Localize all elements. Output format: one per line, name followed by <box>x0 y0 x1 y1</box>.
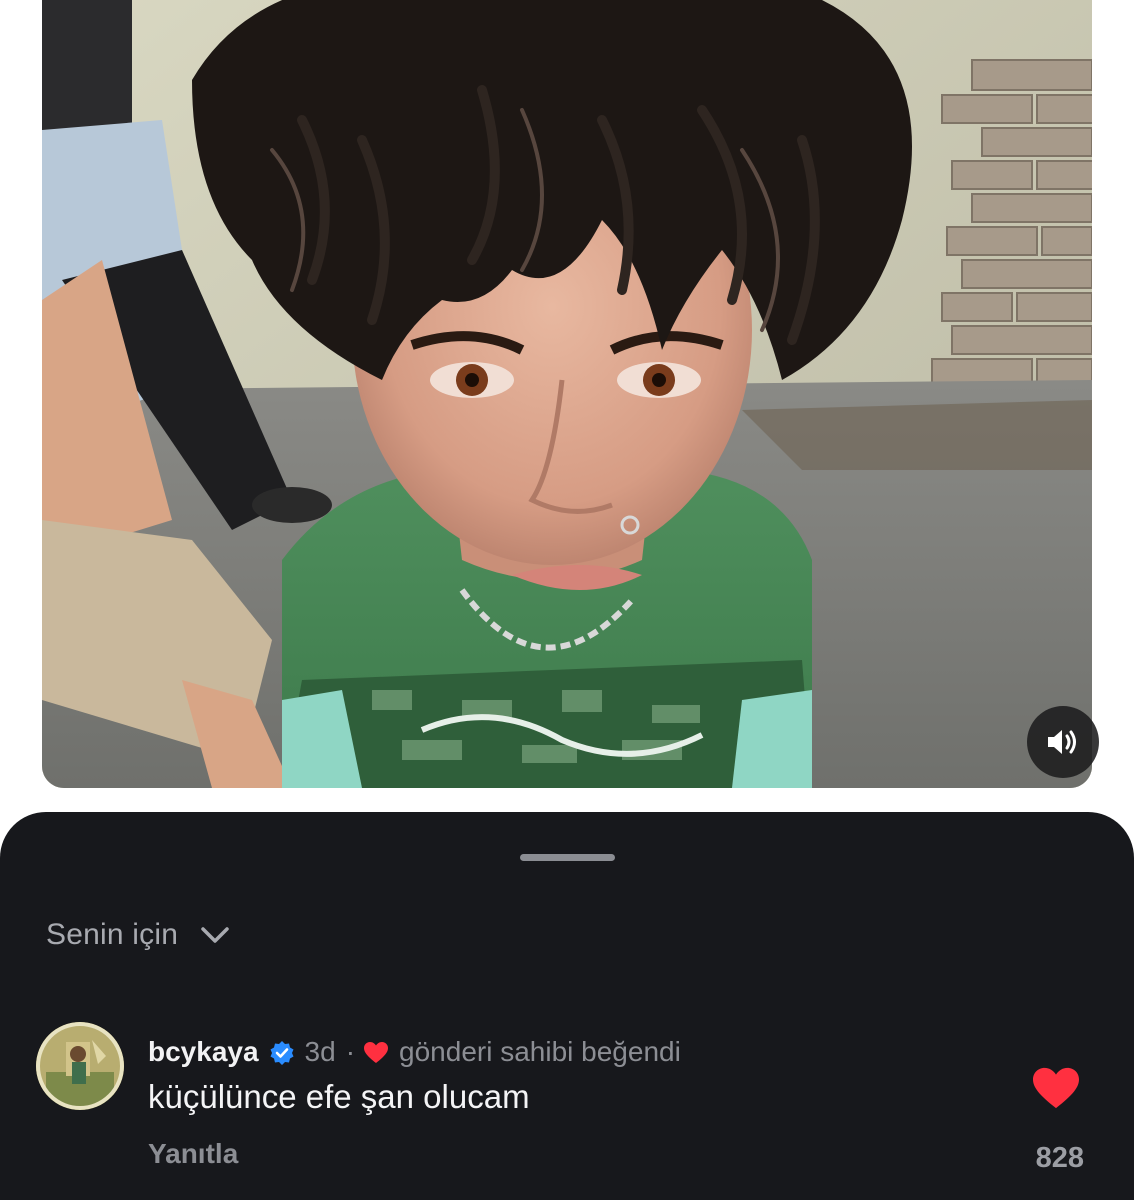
comment-filter-label: Senin için <box>46 918 179 951</box>
like-button[interactable] <box>1030 1066 1082 1112</box>
post-photo <box>42 0 1092 788</box>
comments-sheet: Senin için bcykaya 3d · gönderi sahibi b… <box>0 812 1134 1200</box>
sheet-grabber[interactable] <box>520 854 615 861</box>
avatar-image <box>36 1022 124 1110</box>
reply-button[interactable]: Yanıtla <box>148 1138 238 1170</box>
post-video[interactable] <box>42 0 1092 788</box>
heart-icon <box>1033 1067 1079 1109</box>
comment-item: bcykaya 3d · gönderi sahibi beğendi küçü… <box>36 1022 1096 1192</box>
screen: Senin için bcykaya 3d · gönderi sahibi b… <box>0 0 1134 1200</box>
comment-meta: bcykaya 3d · gönderi sahibi beğendi <box>148 1036 681 1068</box>
comment-username[interactable]: bcykaya <box>148 1036 259 1068</box>
like-count: 828 <box>1035 1142 1084 1174</box>
meta-separator: · <box>345 1036 356 1067</box>
sound-toggle-button[interactable] <box>1027 706 1099 778</box>
speaker-volume-icon <box>1048 730 1076 754</box>
author-liked-label: gönderi sahibi beğendi <box>399 1036 681 1067</box>
verified-badge-icon <box>270 1041 294 1065</box>
comment-body: küçülünce efe şan olucam <box>148 1078 530 1115</box>
comment-filter-dropdown[interactable]: Senin için <box>46 918 230 952</box>
avatar[interactable] <box>36 1022 124 1110</box>
chevron-down-icon <box>201 927 229 943</box>
author-liked-heart-icon <box>364 1042 389 1063</box>
comment-timestamp: 3d <box>304 1036 336 1067</box>
